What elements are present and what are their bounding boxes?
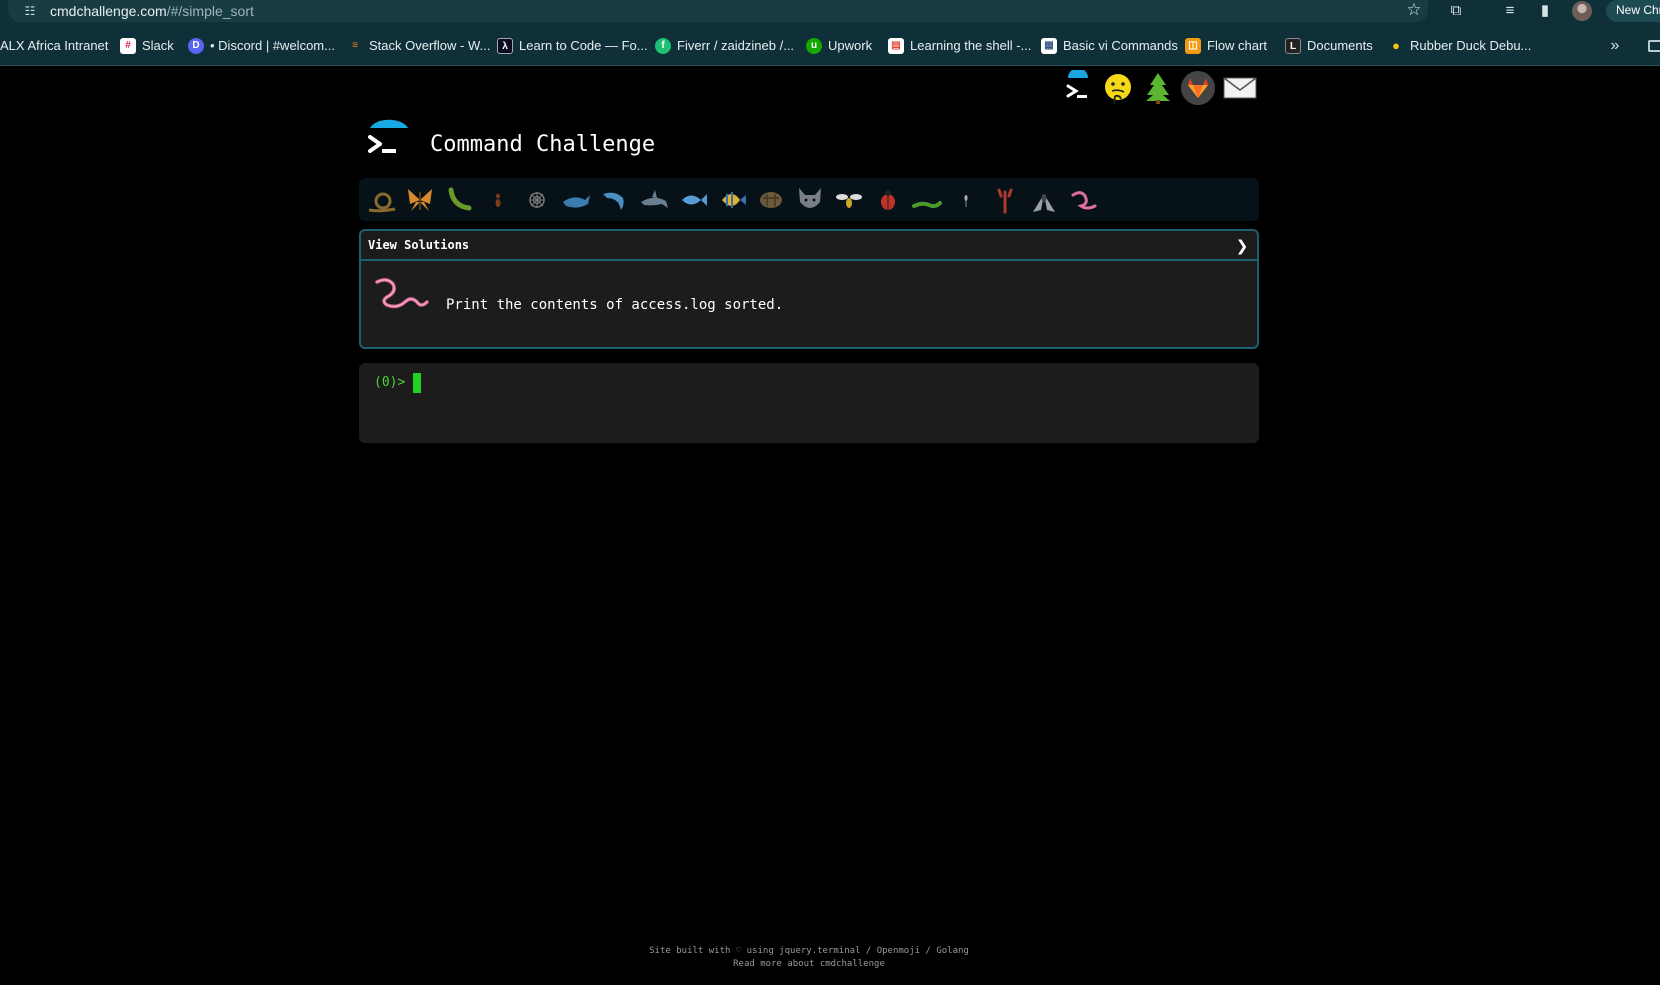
profile-avatar[interactable] — [1572, 1, 1592, 21]
bookmark-rubber-duck[interactable]: ● Rubber Duck Debu... — [1388, 36, 1531, 56]
mosquito-icon[interactable] — [950, 184, 982, 216]
challenge-description: Print the contents of access.log sorted. — [446, 297, 784, 313]
media-control-icon[interactable]: ≡ — [1500, 1, 1520, 21]
command-challenge-logo[interactable] — [364, 114, 414, 162]
spider-web-icon[interactable] — [521, 184, 553, 216]
terminal-icon[interactable] — [1060, 70, 1096, 106]
url-text[interactable]: cmdchallenge.com/#/simple_sort — [50, 2, 254, 20]
worm-icon — [375, 278, 429, 309]
site-info-icon[interactable]: ☷ — [22, 3, 38, 19]
footer-credits: Site built with ♡ using jquery.terminal … — [649, 946, 969, 956]
fish-icon[interactable] — [677, 184, 709, 216]
fly-icon[interactable] — [1028, 184, 1060, 216]
dolphin-icon[interactable] — [599, 184, 631, 216]
bookmark-documents[interactable]: L Documents — [1285, 36, 1373, 56]
bookmark-folder-icon[interactable] — [1648, 40, 1660, 52]
vi-icon: ▦ — [1041, 38, 1057, 54]
stackoverflow-icon: ≡ — [352, 40, 358, 51]
fiverr-icon: f — [655, 38, 671, 54]
lizard-icon[interactable] — [911, 184, 943, 216]
terminal-cursor[interactable] — [413, 373, 421, 393]
document-icon: ▤ — [888, 38, 904, 54]
bookmark-freecodecamp[interactable]: λ Learn to Code — Fo... — [497, 36, 648, 56]
ant-icon[interactable] — [482, 184, 514, 216]
duck-icon: ● — [1392, 38, 1400, 53]
ladybug-icon[interactable] — [872, 184, 904, 216]
shark-icon[interactable] — [638, 184, 670, 216]
bee-icon[interactable] — [833, 184, 865, 216]
extensions-icon[interactable]: ⧉ — [1446, 1, 1466, 21]
mail-icon[interactable] — [1222, 70, 1258, 106]
new-chrome-button[interactable]: New Chr — [1606, 0, 1660, 22]
upwork-icon: u — [806, 38, 822, 54]
flowchart-icon: ◫ — [1185, 38, 1201, 54]
worm-icon[interactable] — [1067, 184, 1099, 216]
freecodecamp-icon: λ — [497, 38, 513, 54]
side-panel-icon[interactable]: ▮ — [1535, 1, 1555, 21]
chevron-right-icon[interactable]: ❯ — [1235, 237, 1249, 255]
level-strip — [359, 178, 1259, 221]
page-title: Command Challenge — [430, 132, 656, 157]
turtle-icon[interactable] — [755, 184, 787, 216]
view-solutions-label[interactable]: View Solutions — [368, 237, 469, 253]
terminal[interactable]: (0)> — [359, 363, 1259, 443]
tree-icon[interactable] — [1140, 70, 1176, 106]
address-bar[interactable]: ☷ cmdchallenge.com/#/simple_sort ☆ — [8, 0, 1428, 22]
bookmark-vi-commands[interactable]: ▦ Basic vi Commands — [1041, 36, 1178, 56]
slack-icon: # — [120, 38, 136, 54]
bookmarks-bar: ALX Africa Intranet # Slack D • Discord | … — [0, 24, 1660, 66]
view-solutions-bar[interactable]: View Solutions ❯ — [361, 231, 1257, 261]
more-bookmarks-icon[interactable]: » — [1606, 36, 1624, 56]
bookmark-label: ALX Africa Intranet — [0, 38, 109, 53]
bookmark-alx[interactable]: ALX Africa Intranet — [0, 36, 108, 56]
challenge-panel: View Solutions ❯ Print the contents of a… — [359, 229, 1259, 349]
bookmark-fiverr[interactable]: f Fiverr / zaidzineb /... — [655, 36, 794, 56]
thinking-face-icon[interactable] — [1100, 70, 1136, 106]
documents-icon: L — [1285, 38, 1301, 54]
footer-about-link[interactable]: Read more about cmdchallenge — [0, 958, 1618, 971]
gitlab-icon[interactable] — [1180, 70, 1216, 106]
bookmark-discord[interactable]: D • Discord | #welcom... — [188, 36, 335, 56]
discord-icon: D — [188, 38, 204, 54]
footer: Site built with ♡ using jquery.terminal … — [0, 945, 1618, 971]
bookmark-learning-shell[interactable]: ▤ Learning the shell -... — [888, 36, 1031, 56]
butterfly-icon[interactable] — [404, 184, 436, 216]
scorpion-icon[interactable] — [989, 184, 1021, 216]
bookmark-slack[interactable]: # Slack — [120, 36, 174, 56]
bookmark-flowchart[interactable]: ◫ Flow chart — [1185, 36, 1267, 56]
terminal-prompt: (0)> — [374, 375, 406, 390]
whale-icon[interactable] — [560, 184, 592, 216]
tropical-fish-icon[interactable] — [716, 184, 748, 216]
browser-toolbar: ☷ cmdchallenge.com/#/simple_sort ☆ ⧉ ≡ ▮… — [0, 0, 1660, 24]
bookmark-upwork[interactable]: u Upwork — [806, 36, 872, 56]
bookmark-star-icon[interactable]: ☆ — [1404, 0, 1424, 20]
snail-icon[interactable] — [366, 184, 398, 216]
wolf-icon[interactable] — [794, 184, 826, 216]
caterpillar-icon[interactable] — [443, 184, 475, 216]
bookmark-stackoverflow[interactable]: ≡ Stack Overflow - W... — [347, 36, 490, 56]
